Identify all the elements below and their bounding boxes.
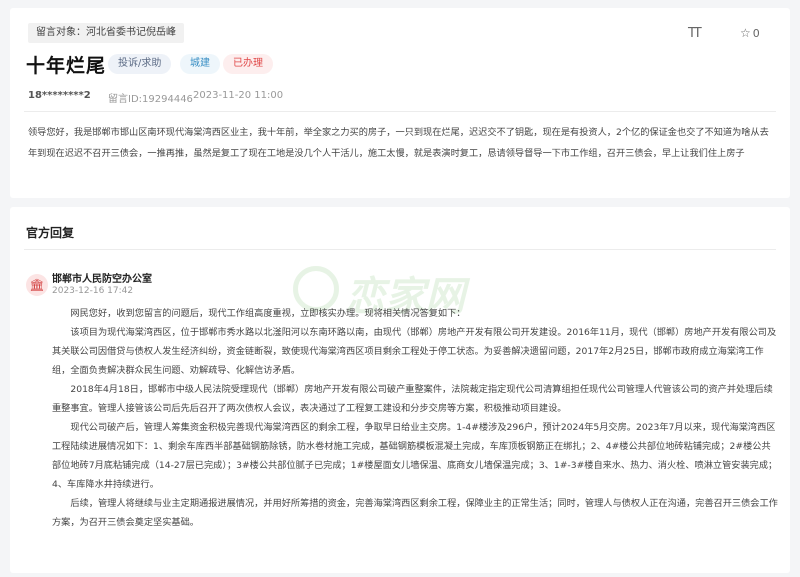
font-size-icon[interactable]: TT [688,26,702,41]
message-time: 2023-11-20 11:00 [193,90,284,101]
reply-paragraph: 2018年4月18日，邯郸市中级人民法院受理现代（邯郸）房地产开发有限公司破产重… [52,384,773,414]
like-button[interactable]: ☆ 0 [740,26,760,40]
reply-card: 官方回复 恋家网 🏛 邯郸市人民防空办公室 2023-12-16 17:42 网… [10,207,790,573]
reply-paragraph: 该项目为现代海棠湾西区，位于邯郸市秀水路以北滏阳河以东南环路以南，由现代（邯郸）… [52,327,777,376]
reply-time: 2023-12-16 17:42 [52,286,134,296]
message-title: 十年烂尾 [26,55,107,77]
tag-type: 投诉/求助 [108,54,172,74]
government-building-icon: 🏛 [26,274,48,296]
reply-paragraph: 后续，管理人将继续与业主定期通报进展情况，并用好所筹措的资金，完善海棠湾西区剩余… [52,498,778,528]
message-target-label: 留言对象：河北省委书记倪岳峰 [28,23,184,43]
message-body: 领导您好，我是邯郸市邯山区南环现代海棠湾西区业主，我十年前，举全家之力买的房子，… [28,127,769,159]
reply-paragraph: 现代公司破产后，管理人筹集资金积极完善现代海棠湾西区的剩余工程，争取早日给业主交… [52,422,778,490]
reply-heading: 官方回复 [26,226,75,240]
tag-field: 城建 [180,54,220,74]
divider [24,249,776,250]
reply-body: 网民您好，收到您留言的问题后，现代工作组高度重视，立即核实办理。现将相关情况答复… [52,304,778,532]
like-count: 0 [752,27,760,40]
star-icon: ☆ [740,26,751,40]
message-card: 留言对象：河北省委书记倪岳峰 TT ☆ 0 十年烂尾 投诉/求助 城建 已办理 1… [10,8,790,198]
message-id: 留言ID:19294446 [108,94,193,105]
reply-org-name: 邯郸市人民防空办公室 [52,274,152,285]
status-badge: 已办理 [223,54,273,74]
divider [24,111,776,112]
reply-paragraph: 网民您好，收到您留言的问题后，现代工作组高度重视，立即核实办理。现将相关情况答复… [70,308,466,319]
message-author: 18********2 [28,90,91,101]
